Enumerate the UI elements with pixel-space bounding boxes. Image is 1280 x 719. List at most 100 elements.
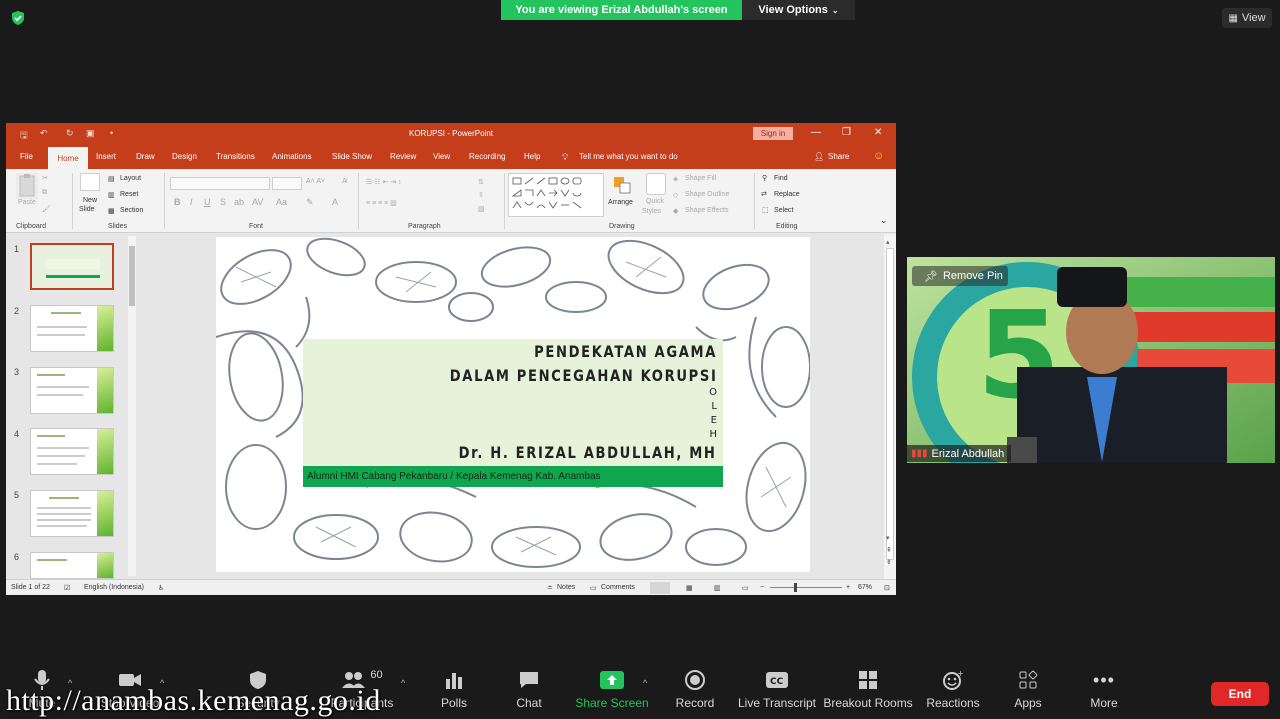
fit-slide-icon[interactable]: ⊡ [884,584,890,592]
slide-thumbnail-4[interactable] [30,428,114,475]
view-button[interactable]: ▦ View [1222,8,1272,28]
restore-icon[interactable]: ❐ [842,127,851,138]
align-text-icon[interactable]: ⇳ [478,191,484,199]
reactions-button[interactable]: + Reactions [926,662,980,719]
slide-thumbnail-2[interactable] [30,305,114,352]
arrange-label[interactable]: Arrange [608,199,633,206]
scroll-down-icon[interactable]: ▾ [886,534,890,542]
tab-view[interactable]: View [433,152,450,161]
remove-pin-button[interactable]: 📌︎ Remove Pin [912,266,1008,286]
share-button[interactable]: Share [828,152,849,161]
tab-home[interactable]: Home [48,147,88,169]
collapse-ribbon-icon[interactable]: ⌄ [880,215,888,226]
shapes-gallery[interactable] [508,173,604,217]
bullets-icon[interactable]: ☰ ☷ ⇤ ⇥ ↕ [366,178,402,186]
cut-icon[interactable]: ✂ [42,174,48,182]
tab-help[interactable]: Help [524,152,540,161]
accessibility-icon[interactable]: ♿︎ [158,584,164,592]
sign-in-button[interactable]: Sign in [753,127,793,140]
more-button[interactable]: ••• More [1082,662,1126,719]
spell-check-icon[interactable]: ☑ [64,584,70,592]
tab-recording[interactable]: Recording [469,152,505,161]
change-case-icon[interactable]: Aa [276,197,287,207]
slideshow-icon[interactable]: ▭ [742,584,749,592]
new-slide-icon[interactable] [80,173,100,191]
tab-transitions[interactable]: Transitions [216,152,255,161]
share-person-icon[interactable]: 👤︎ [814,152,824,161]
font-size-select[interactable] [272,177,302,190]
align-icons[interactable]: ≡ ≡ ≡ ≡ ▥ [366,199,397,207]
smartart-icon[interactable]: ▧ [478,205,485,213]
strikethrough-icon[interactable]: S [220,197,226,207]
reading-view-icon[interactable]: ▥ [714,584,721,592]
share-options-caret-icon[interactable]: ^ [643,678,647,688]
italic-icon[interactable]: I [190,197,193,207]
tell-me-input[interactable]: Tell me what you want to do [579,152,678,161]
chat-button[interactable]: Chat [508,662,550,719]
slide-thumbnail-5[interactable] [30,490,114,537]
zoom-out-icon[interactable]: − [760,584,764,591]
zoom-level[interactable]: 67% [858,584,872,591]
tab-animations[interactable]: Animations [272,152,312,161]
language-indicator[interactable]: English (Indonesia) [84,584,144,591]
comments-button[interactable]: Comments [601,584,635,591]
shape-fill-button[interactable]: Shape Fill [685,175,716,182]
quick-styles-label-2[interactable]: Styles [642,208,661,215]
quick-styles-icon[interactable] [646,173,666,195]
record-button[interactable]: Record [672,662,718,719]
slide-sorter-icon[interactable]: ▦ [686,584,693,592]
replace-button[interactable]: Replace [774,191,800,198]
clear-format-icon[interactable]: A̸ [342,178,347,185]
select-button[interactable]: Select [774,207,793,214]
new-slide-label-2[interactable]: Slide [79,206,95,213]
live-transcript-button[interactable]: CC Live Transcript [738,662,816,719]
section-button[interactable]: Section [120,207,143,214]
quick-styles-label-1[interactable]: Quick [646,198,664,205]
highlight-icon[interactable]: ✎ [306,197,314,208]
slide-scrollbar[interactable]: ▴ ▾ ⇞ ⇟ [884,234,896,579]
encryption-shield-icon[interactable] [10,10,26,26]
shape-effects-button[interactable]: Shape Effects [685,207,728,214]
end-meeting-button[interactable]: End [1211,682,1269,706]
next-slide-icon[interactable]: ⇟ [886,558,892,566]
zoom-in-icon[interactable]: + [846,584,850,591]
scroll-track[interactable] [886,248,894,560]
slide-thumbnail-3[interactable] [30,367,114,414]
tab-insert[interactable]: Insert [96,152,116,161]
zoom-slider-thumb[interactable] [794,583,797,592]
shape-outline-button[interactable]: Shape Outline [685,191,729,198]
notes-button[interactable]: Notes [557,584,575,591]
breakout-rooms-button[interactable]: Breakout Rooms [823,662,913,719]
slide-subtitle-bar[interactable]: Alumni HMI Cabang Pekanbaru / Kepala Kem… [303,466,723,487]
paste-icon[interactable] [16,173,38,199]
char-spacing-icon[interactable]: ab [234,197,244,207]
font-color-icon[interactable]: A [332,197,338,207]
font-family-select[interactable] [170,177,270,190]
shadow-icon[interactable]: AV [252,197,263,207]
tab-slide-show[interactable]: Slide Show [332,152,372,161]
find-button[interactable]: Find [774,175,788,182]
current-slide[interactable]: PENDEKATAN AGAMA DALAM PENCEGAHAN KORUPS… [216,237,810,572]
arrange-icon[interactable] [612,173,634,197]
new-slide-label-1[interactable]: New [83,197,97,204]
view-options-button[interactable]: View Options ⌄ [742,0,855,20]
scroll-up-icon[interactable]: ▴ [886,238,890,246]
smiley-feedback-icon[interactable]: ☺ [873,150,884,162]
title-box[interactable]: PENDEKATAN AGAMA DALAM PENCEGAHAN KORUPS… [303,339,723,466]
participants-caret-icon[interactable]: ^ [401,678,405,688]
tab-design[interactable]: Design [172,152,197,161]
text-direction-icon[interactable]: ⇅ [478,178,484,186]
reset-button[interactable]: Reset [120,191,138,198]
zoom-slider[interactable] [770,587,842,588]
tab-file[interactable]: File [20,152,33,161]
minimize-icon[interactable]: — [811,127,821,138]
format-painter-icon[interactable]: 🖌︎ [42,205,51,213]
underline-icon[interactable]: U [204,197,211,207]
slide-thumbnail-6[interactable] [30,552,114,579]
tab-draw[interactable]: Draw [136,152,155,161]
participant-video[interactable]: 5 [907,257,1275,463]
layout-button[interactable]: Layout [120,175,141,182]
grow-font-icon[interactable]: A˄ A˅ [306,178,325,185]
slide-thumbnail-1[interactable] [30,243,114,290]
bold-icon[interactable]: B [174,197,181,207]
